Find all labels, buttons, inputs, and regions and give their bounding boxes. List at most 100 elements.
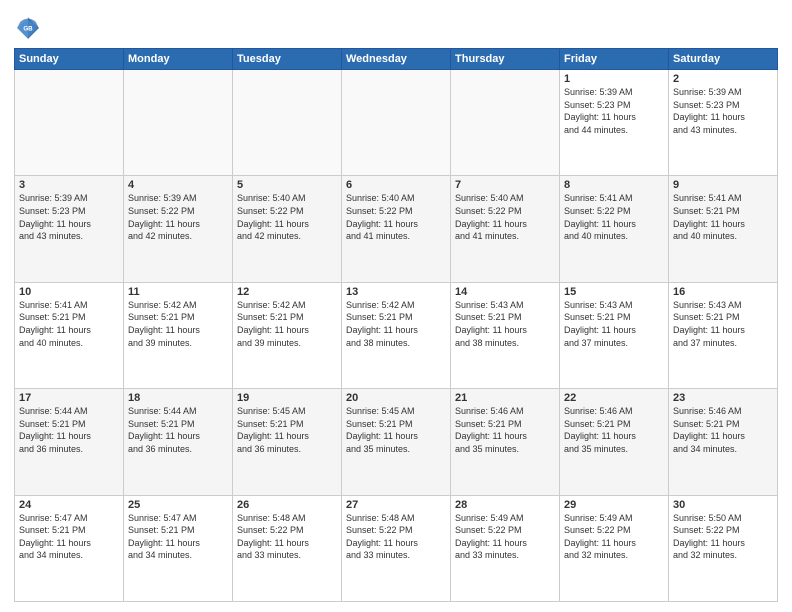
- weekday-header-monday: Monday: [124, 49, 233, 70]
- day-info: Sunrise: 5:42 AM Sunset: 5:21 PM Dayligh…: [128, 299, 228, 349]
- day-info: Sunrise: 5:41 AM Sunset: 5:21 PM Dayligh…: [19, 299, 119, 349]
- day-number: 16: [673, 286, 773, 298]
- calendar-cell: 11Sunrise: 5:42 AM Sunset: 5:21 PM Dayli…: [124, 282, 233, 388]
- day-number: 25: [128, 499, 228, 511]
- week-row-2: 3Sunrise: 5:39 AM Sunset: 5:23 PM Daylig…: [15, 176, 778, 282]
- day-number: 3: [19, 179, 119, 191]
- day-info: Sunrise: 5:41 AM Sunset: 5:22 PM Dayligh…: [564, 192, 664, 242]
- calendar-cell: 5Sunrise: 5:40 AM Sunset: 5:22 PM Daylig…: [233, 176, 342, 282]
- day-info: Sunrise: 5:43 AM Sunset: 5:21 PM Dayligh…: [455, 299, 555, 349]
- day-number: 21: [455, 392, 555, 404]
- weekday-header-wednesday: Wednesday: [342, 49, 451, 70]
- calendar-cell: 18Sunrise: 5:44 AM Sunset: 5:21 PM Dayli…: [124, 389, 233, 495]
- day-info: Sunrise: 5:49 AM Sunset: 5:22 PM Dayligh…: [455, 512, 555, 562]
- day-number: 13: [346, 286, 446, 298]
- calendar-cell: 10Sunrise: 5:41 AM Sunset: 5:21 PM Dayli…: [15, 282, 124, 388]
- day-info: Sunrise: 5:44 AM Sunset: 5:21 PM Dayligh…: [128, 405, 228, 455]
- calendar-cell: 8Sunrise: 5:41 AM Sunset: 5:22 PM Daylig…: [560, 176, 669, 282]
- day-info: Sunrise: 5:46 AM Sunset: 5:21 PM Dayligh…: [673, 405, 773, 455]
- day-number: 24: [19, 499, 119, 511]
- calendar-cell: [15, 70, 124, 176]
- day-number: 4: [128, 179, 228, 191]
- calendar-cell: 3Sunrise: 5:39 AM Sunset: 5:23 PM Daylig…: [15, 176, 124, 282]
- day-info: Sunrise: 5:42 AM Sunset: 5:21 PM Dayligh…: [237, 299, 337, 349]
- calendar-cell: 19Sunrise: 5:45 AM Sunset: 5:21 PM Dayli…: [233, 389, 342, 495]
- day-info: Sunrise: 5:43 AM Sunset: 5:21 PM Dayligh…: [673, 299, 773, 349]
- calendar-cell: 24Sunrise: 5:47 AM Sunset: 5:21 PM Dayli…: [15, 495, 124, 601]
- day-info: Sunrise: 5:49 AM Sunset: 5:22 PM Dayligh…: [564, 512, 664, 562]
- day-number: 30: [673, 499, 773, 511]
- weekday-header-tuesday: Tuesday: [233, 49, 342, 70]
- calendar-cell: 12Sunrise: 5:42 AM Sunset: 5:21 PM Dayli…: [233, 282, 342, 388]
- day-number: 23: [673, 392, 773, 404]
- day-number: 7: [455, 179, 555, 191]
- calendar-cell: 2Sunrise: 5:39 AM Sunset: 5:23 PM Daylig…: [669, 70, 778, 176]
- day-info: Sunrise: 5:39 AM Sunset: 5:22 PM Dayligh…: [128, 192, 228, 242]
- weekday-header-row: SundayMondayTuesdayWednesdayThursdayFrid…: [15, 49, 778, 70]
- day-number: 29: [564, 499, 664, 511]
- day-info: Sunrise: 5:39 AM Sunset: 5:23 PM Dayligh…: [564, 86, 664, 136]
- day-info: Sunrise: 5:50 AM Sunset: 5:22 PM Dayligh…: [673, 512, 773, 562]
- calendar-cell: 28Sunrise: 5:49 AM Sunset: 5:22 PM Dayli…: [451, 495, 560, 601]
- logo-icon: GB: [14, 14, 42, 42]
- day-number: 22: [564, 392, 664, 404]
- calendar-table: SundayMondayTuesdayWednesdayThursdayFrid…: [14, 48, 778, 602]
- day-number: 18: [128, 392, 228, 404]
- week-row-5: 24Sunrise: 5:47 AM Sunset: 5:21 PM Dayli…: [15, 495, 778, 601]
- week-row-1: 1Sunrise: 5:39 AM Sunset: 5:23 PM Daylig…: [15, 70, 778, 176]
- day-number: 14: [455, 286, 555, 298]
- calendar-cell: 23Sunrise: 5:46 AM Sunset: 5:21 PM Dayli…: [669, 389, 778, 495]
- weekday-header-saturday: Saturday: [669, 49, 778, 70]
- calendar-cell: 15Sunrise: 5:43 AM Sunset: 5:21 PM Dayli…: [560, 282, 669, 388]
- calendar-cell: [233, 70, 342, 176]
- day-info: Sunrise: 5:47 AM Sunset: 5:21 PM Dayligh…: [128, 512, 228, 562]
- calendar-cell: 14Sunrise: 5:43 AM Sunset: 5:21 PM Dayli…: [451, 282, 560, 388]
- svg-text:GB: GB: [23, 25, 33, 32]
- day-number: 1: [564, 73, 664, 85]
- day-number: 8: [564, 179, 664, 191]
- calendar-cell: 9Sunrise: 5:41 AM Sunset: 5:21 PM Daylig…: [669, 176, 778, 282]
- day-number: 15: [564, 286, 664, 298]
- day-number: 9: [673, 179, 773, 191]
- day-info: Sunrise: 5:48 AM Sunset: 5:22 PM Dayligh…: [237, 512, 337, 562]
- week-row-3: 10Sunrise: 5:41 AM Sunset: 5:21 PM Dayli…: [15, 282, 778, 388]
- day-number: 5: [237, 179, 337, 191]
- calendar-cell: 16Sunrise: 5:43 AM Sunset: 5:21 PM Dayli…: [669, 282, 778, 388]
- calendar-cell: 29Sunrise: 5:49 AM Sunset: 5:22 PM Dayli…: [560, 495, 669, 601]
- calendar-cell: 27Sunrise: 5:48 AM Sunset: 5:22 PM Dayli…: [342, 495, 451, 601]
- day-info: Sunrise: 5:45 AM Sunset: 5:21 PM Dayligh…: [237, 405, 337, 455]
- calendar-cell: 22Sunrise: 5:46 AM Sunset: 5:21 PM Dayli…: [560, 389, 669, 495]
- day-info: Sunrise: 5:39 AM Sunset: 5:23 PM Dayligh…: [19, 192, 119, 242]
- calendar-cell: [451, 70, 560, 176]
- day-info: Sunrise: 5:42 AM Sunset: 5:21 PM Dayligh…: [346, 299, 446, 349]
- day-info: Sunrise: 5:39 AM Sunset: 5:23 PM Dayligh…: [673, 86, 773, 136]
- day-number: 6: [346, 179, 446, 191]
- day-number: 17: [19, 392, 119, 404]
- logo: GB: [14, 14, 46, 42]
- day-info: Sunrise: 5:43 AM Sunset: 5:21 PM Dayligh…: [564, 299, 664, 349]
- day-number: 26: [237, 499, 337, 511]
- day-number: 19: [237, 392, 337, 404]
- calendar-cell: [124, 70, 233, 176]
- header: GB: [14, 10, 778, 42]
- day-number: 27: [346, 499, 446, 511]
- calendar-cell: [342, 70, 451, 176]
- day-info: Sunrise: 5:47 AM Sunset: 5:21 PM Dayligh…: [19, 512, 119, 562]
- calendar-cell: 7Sunrise: 5:40 AM Sunset: 5:22 PM Daylig…: [451, 176, 560, 282]
- day-info: Sunrise: 5:40 AM Sunset: 5:22 PM Dayligh…: [237, 192, 337, 242]
- calendar-cell: 13Sunrise: 5:42 AM Sunset: 5:21 PM Dayli…: [342, 282, 451, 388]
- day-info: Sunrise: 5:44 AM Sunset: 5:21 PM Dayligh…: [19, 405, 119, 455]
- calendar-cell: 20Sunrise: 5:45 AM Sunset: 5:21 PM Dayli…: [342, 389, 451, 495]
- day-number: 2: [673, 73, 773, 85]
- page: GB SundayMondayTuesdayWednesdayThursdayF…: [0, 0, 792, 612]
- calendar-cell: 17Sunrise: 5:44 AM Sunset: 5:21 PM Dayli…: [15, 389, 124, 495]
- calendar-cell: 4Sunrise: 5:39 AM Sunset: 5:22 PM Daylig…: [124, 176, 233, 282]
- calendar-cell: 25Sunrise: 5:47 AM Sunset: 5:21 PM Dayli…: [124, 495, 233, 601]
- day-number: 10: [19, 286, 119, 298]
- week-row-4: 17Sunrise: 5:44 AM Sunset: 5:21 PM Dayli…: [15, 389, 778, 495]
- day-info: Sunrise: 5:46 AM Sunset: 5:21 PM Dayligh…: [564, 405, 664, 455]
- weekday-header-sunday: Sunday: [15, 49, 124, 70]
- day-info: Sunrise: 5:45 AM Sunset: 5:21 PM Dayligh…: [346, 405, 446, 455]
- day-info: Sunrise: 5:48 AM Sunset: 5:22 PM Dayligh…: [346, 512, 446, 562]
- day-number: 28: [455, 499, 555, 511]
